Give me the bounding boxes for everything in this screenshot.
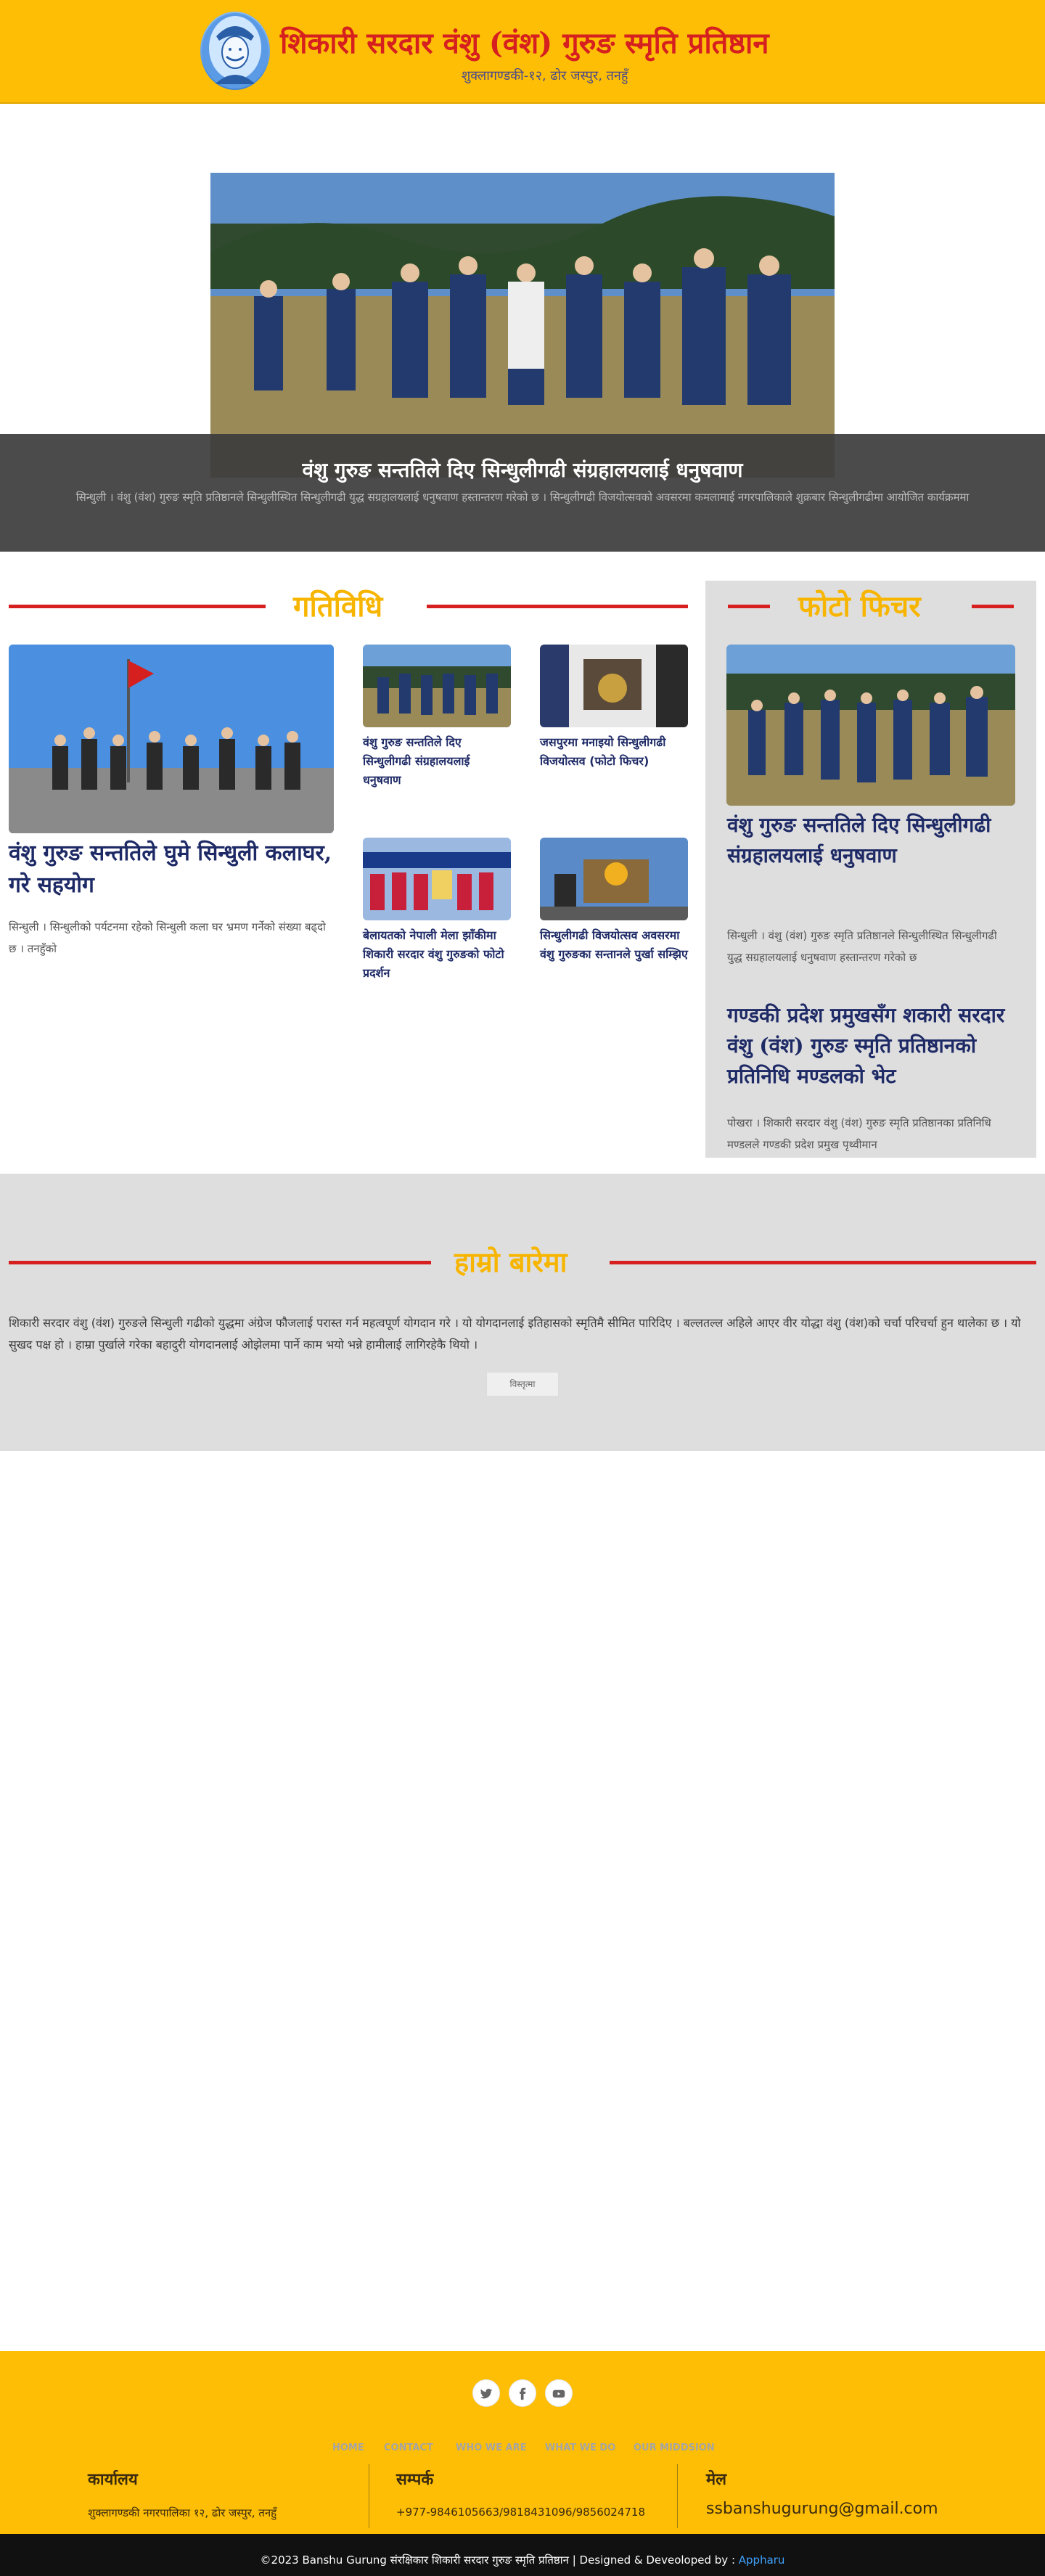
footer-nav-home[interactable]: HOME xyxy=(332,2442,364,2453)
footer-mail-address[interactable]: ssbanshugurung@gmail.com xyxy=(706,2500,938,2518)
activity-thumb-4[interactable] xyxy=(540,838,688,920)
footer-nav-contact[interactable]: CONTACT xyxy=(384,2442,433,2453)
photo-feature-heading: फोटो फिचर xyxy=(798,589,921,623)
photo-feature-summary: सिन्धुली । वंशु (वंश) गुरुङ स्मृति प्रति… xyxy=(727,929,997,964)
copyright-label: ©2023 Banshu Gurung संरक्षिकार शिकारी सर… xyxy=(260,2553,739,2567)
activity-thumb-3[interactable] xyxy=(363,838,511,920)
heading-rule-right xyxy=(610,1261,1036,1264)
twitter-icon[interactable] xyxy=(472,2379,500,2407)
heading-rule-right xyxy=(972,605,1014,608)
activity-item-title[interactable]: वंशु गुरुङ सन्ततिले दिए सिन्धुलीगढी संग्… xyxy=(363,733,511,790)
activity-item-title[interactable]: बेलायतको नेपाली मेला झाँकीमा शिकारी सरदा… xyxy=(363,926,511,983)
activity-thumb-1[interactable] xyxy=(363,645,511,727)
footer-nav-what-we-do[interactable]: WHAT WE DO xyxy=(545,2442,615,2453)
photo-feature-summary: पोखरा । शिकारी सरदार वंशु (वंश) गुरुङ स्… xyxy=(727,1116,991,1151)
footer-contact-title: सम्पर्क xyxy=(396,2471,434,2489)
hero-photo[interactable] xyxy=(210,173,835,478)
youtube-icon[interactable] xyxy=(545,2379,573,2407)
site-title[interactable]: शिकारी सरदार वंशु (वंश) गुरुङ स्मृति प्र… xyxy=(280,22,875,62)
facebook-icon[interactable] xyxy=(509,2379,536,2407)
activity-item-title[interactable]: सिन्धुलीगढी विजयोत्सव अवसरमा वंशु गुरुङक… xyxy=(540,926,688,964)
heading-rule-left xyxy=(9,605,266,608)
photo-feature-title[interactable]: वंशु गुरुङ सन्ततिले दिए सिन्धुलीगढी संग्… xyxy=(727,810,1017,871)
read-more-button[interactable]: विस्तृत्मा xyxy=(486,1372,559,1397)
copyright-text: ©2023 Banshu Gurung संरक्षिकार शिकारी सर… xyxy=(0,2553,1045,2567)
footer-nav-who-we-are[interactable]: WHO WE ARE xyxy=(456,2442,527,2453)
photo-feature-image[interactable] xyxy=(726,645,1015,806)
heading-rule-right xyxy=(427,605,688,608)
footer-nav-our-mission[interactable]: OUR MIDDSION xyxy=(634,2442,715,2453)
footer-divider xyxy=(677,2464,678,2528)
heading-rule-left xyxy=(728,605,770,608)
activity-main-title[interactable]: वंशु गुरुङ सन्ततिले घुमे सिन्धुली कलाघर,… xyxy=(9,838,334,901)
site-address: शुक्लागण्डकी-१२, ढोर जस्पुर, तनहुँ xyxy=(462,68,628,83)
photo-feature-title[interactable]: गण्डकी प्रदेश प्रमुखसँग शकारी सरदार वंशु… xyxy=(727,1000,1017,1092)
about-text: शिकारी सरदार वंशु (वंश) गुरुङले सिन्धुली… xyxy=(9,1316,1021,1352)
hero-summary: सिन्धुली । वंशु (वंश) गुरुङ स्मृति प्रति… xyxy=(75,491,970,504)
site-logo[interactable] xyxy=(200,12,270,90)
about-heading: हाम्रो बारेमा xyxy=(454,1246,567,1278)
hero-title[interactable]: वंशु गुरुङ सन्ततिले दिए सिन्धुलीगढी संग्… xyxy=(0,456,1045,483)
footer-mail-title: मेल xyxy=(706,2471,727,2489)
heading-rule-left xyxy=(9,1261,431,1264)
activities-heading: गतिविधि xyxy=(293,589,383,623)
activity-item-title[interactable]: जसपुरमा मनाइयो सिन्धुलीगढी विजयोत्सव (फो… xyxy=(540,733,688,771)
activity-main-image[interactable] xyxy=(9,645,334,833)
developer-link[interactable]: Appharu xyxy=(739,2553,785,2567)
activity-thumb-2[interactable] xyxy=(540,645,688,727)
activity-main-summary: सिन्धुली । सिन्धुलीको पर्यटनमा रहेको सिन… xyxy=(9,920,326,955)
footer-office-title: कार्यालय xyxy=(88,2471,138,2489)
footer-office-address: शुक्लागण्डकी नगरपालिका १२, ढोर जस्पुर, त… xyxy=(88,2506,277,2519)
footer-contact-phone[interactable]: +977-9846105663/9818431096/9856024718 xyxy=(396,2506,645,2519)
